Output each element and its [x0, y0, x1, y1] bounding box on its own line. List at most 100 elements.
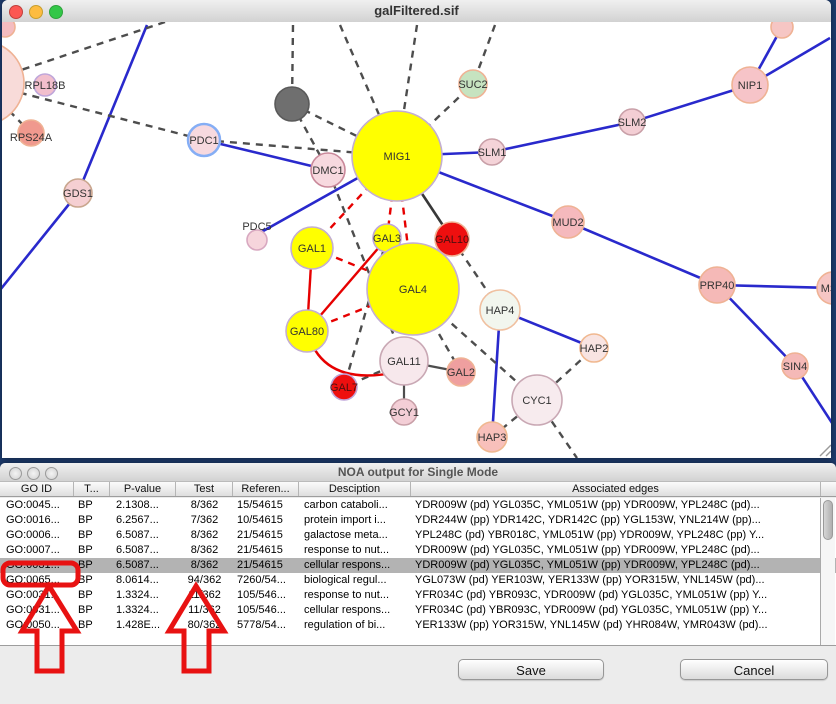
cell: YFR034C (pd) YBR093C, YDR009W (pd) YGL03… — [411, 588, 821, 603]
cell: 6.5087... — [110, 558, 176, 573]
node-label-DMC1: DMC1 — [312, 165, 343, 177]
cell: 105/546... — [233, 588, 299, 603]
cell: GO:0050... — [0, 618, 74, 633]
table-row[interactable]: GO:0065...BP8.0614...94/3627260/54...bio… — [0, 573, 836, 588]
cell: 6.5087... — [110, 528, 176, 543]
cell: BP — [74, 528, 110, 543]
cell: YDR009W (pd) YGL035C, YML051W (pp) YDR00… — [411, 498, 821, 513]
table-row[interactable]: GO:0031...BP1.3324...11/362105/546...cel… — [0, 603, 836, 618]
cell: response to nut... — [299, 543, 411, 558]
node-label-HAP4: HAP4 — [486, 305, 515, 317]
table-row[interactable]: GO:0006...BP6.5087...8/36221/54615galact… — [0, 528, 836, 543]
node-label-GAL10: GAL10 — [435, 234, 469, 246]
cell: YPL248C (pd) YBR018C, YML051W (pp) YDR00… — [411, 528, 821, 543]
cell: galactose meta... — [299, 528, 411, 543]
cell: 15/54615 — [233, 498, 299, 513]
cell: 7/362 — [176, 513, 233, 528]
cancel-button[interactable]: Cancel — [680, 659, 828, 680]
network-canvas[interactable]: RPL18BRPS24AGDS1PDC1PDC5DMC1MIG1SUC2SLM1… — [2, 22, 831, 458]
node-label-SLM2: SLM2 — [618, 117, 647, 129]
node-label-CYC1: CYC1 — [522, 395, 551, 407]
network-window: galFiltered.sif RPL18BRPS24AGDS1PDC1PDC5… — [2, 0, 831, 458]
noa-output-window: NOA output for Single Mode GO IDT...P-va… — [0, 463, 836, 704]
scrollbar-thumb[interactable] — [823, 500, 833, 540]
cell: BP — [74, 513, 110, 528]
cell: 5778/54... — [233, 618, 299, 633]
cell: 8.0614... — [110, 573, 176, 588]
node-TOPCORNER[interactable] — [2, 22, 15, 37]
results-table: GO:0045...BP2.1308...8/36215/54615carbon… — [0, 498, 836, 646]
table-row[interactable]: GO:0031...BP1.3324...11/362105/546...res… — [0, 588, 836, 603]
cell: BP — [74, 588, 110, 603]
edge-dash[interactable] — [2, 22, 165, 83]
edge-blue[interactable] — [492, 122, 632, 152]
edge-blue[interactable] — [2, 193, 78, 290]
resize-grip[interactable] — [826, 451, 831, 456]
column-header-desciption[interactable]: Desciption — [299, 482, 411, 496]
node-label-HAP3: HAP3 — [478, 432, 507, 444]
cell: GO:0031... — [0, 603, 74, 618]
cell: YDR009W (pd) YGL035C, YML051W (pp) YDR00… — [411, 543, 821, 558]
table-row[interactable]: GO:0045...BP2.1308...8/36215/54615carbon… — [0, 498, 836, 513]
table-row[interactable]: GO:0016...BP6.2567...7/36210/54615protei… — [0, 513, 836, 528]
cell: 6.2567... — [110, 513, 176, 528]
table-row[interactable]: GO:0050...BP1.428E...80/3625778/54...reg… — [0, 618, 836, 633]
cell: 8/362 — [176, 558, 233, 573]
network-window-titlebar[interactable]: galFiltered.sif — [2, 0, 831, 23]
edge-blue[interactable] — [204, 140, 328, 170]
column-header-associated-edges[interactable]: Associated edges — [411, 482, 821, 496]
column-header-go-id[interactable]: GO ID — [0, 482, 74, 496]
noa-window-titlebar[interactable]: NOA output for Single Mode — [0, 463, 836, 482]
cell: 1.428E... — [110, 618, 176, 633]
column-header-test[interactable]: Test — [176, 482, 233, 496]
node-label-PDC1: PDC1 — [189, 135, 218, 147]
cell: 7260/54... — [233, 573, 299, 588]
node-label-GAL4: GAL4 — [399, 284, 427, 296]
node-label-GDS1: GDS1 — [63, 188, 93, 200]
node-label-MUD2: MUD2 — [552, 217, 583, 229]
cell: GO:0007... — [0, 543, 74, 558]
cell: BP — [74, 618, 110, 633]
cell: 8/362 — [176, 528, 233, 543]
node-label-GAL80: GAL80 — [290, 326, 324, 338]
node-label-MIG1: MIG1 — [384, 151, 411, 163]
cell: 94/362 — [176, 573, 233, 588]
node-label-GAL3: GAL3 — [373, 233, 401, 245]
edge-blue[interactable] — [78, 25, 147, 193]
node-label-GAL11: GAL11 — [387, 356, 420, 368]
node-label-PRP40: PRP40 — [700, 280, 735, 292]
network-window-title: galFiltered.sif — [2, 3, 831, 18]
column-header-referen-[interactable]: Referen... — [233, 482, 299, 496]
node-label-NIP1: NIP1 — [738, 80, 762, 92]
node-BIGLEFT[interactable] — [2, 41, 24, 125]
cell: cellular respons... — [299, 603, 411, 618]
cell: protein import i... — [299, 513, 411, 528]
column-header-t-[interactable]: T... — [74, 482, 110, 496]
cell: GO:0045... — [0, 498, 74, 513]
table-row-selected[interactable]: GO:0031...BP6.5087...8/36221/54615cellul… — [0, 558, 836, 573]
cell: BP — [74, 498, 110, 513]
node-label-SUC2: SUC2 — [458, 79, 487, 91]
resize-grip[interactable] — [820, 445, 831, 456]
node-PDC5[interactable] — [247, 230, 267, 250]
node-label-MSN: MSN — [821, 283, 831, 295]
cell: 80/362 — [176, 618, 233, 633]
cell: 1.3324... — [110, 588, 176, 603]
cell: BP — [74, 573, 110, 588]
table-row[interactable]: GO:0007...BP6.5087...8/36221/54615respon… — [0, 543, 836, 558]
node-label-GCY1: GCY1 — [389, 407, 419, 419]
cell: carbon cataboli... — [299, 498, 411, 513]
edge-blue[interactable] — [568, 222, 717, 285]
node-label-RPS24A: RPS24A — [10, 132, 53, 144]
cell: GO:0031... — [0, 588, 74, 603]
cell: 8/362 — [176, 498, 233, 513]
node-GRAY1[interactable] — [275, 87, 309, 121]
save-button[interactable]: Save — [458, 659, 604, 680]
cell: 105/546... — [233, 603, 299, 618]
vertical-scrollbar[interactable] — [820, 498, 835, 645]
column-header-p-value[interactable]: P-value — [110, 482, 176, 496]
cell: BP — [74, 543, 110, 558]
node-TOPRIGHT[interactable] — [771, 22, 793, 38]
cell: YFR034C (pd) YBR093C, YDR009W (pd) YGL03… — [411, 603, 821, 618]
cell: GO:0016... — [0, 513, 74, 528]
